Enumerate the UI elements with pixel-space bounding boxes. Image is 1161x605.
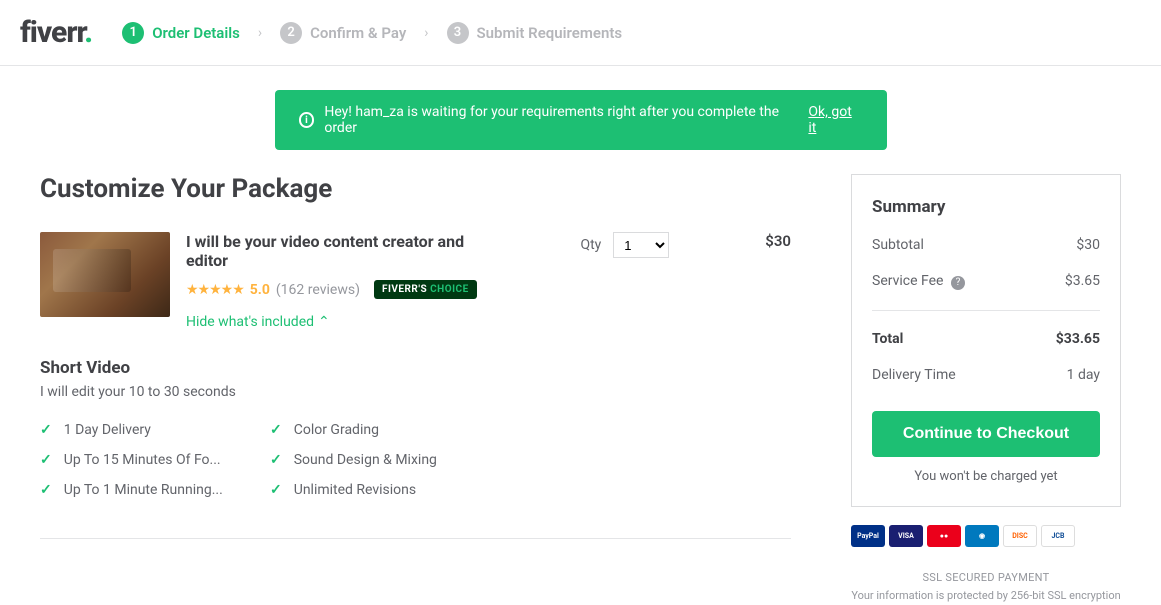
notice-dismiss-link[interactable]: Ok, got it <box>808 104 862 136</box>
main-content: Customize Your Package I will be your vi… <box>40 174 791 603</box>
header: fiverr. 1 Order Details › 2 Confirm & Pa… <box>0 0 1161 66</box>
mastercard-icon: ●● <box>927 525 961 547</box>
fiverrs-choice-badge: FIVERR'S CHOICE <box>374 280 477 299</box>
delivery-label: Delivery Time <box>872 367 956 383</box>
step-number: 2 <box>280 22 302 44</box>
step-confirm-pay: 2 Confirm & Pay <box>280 22 406 44</box>
check-icon: ✓ <box>270 482 282 498</box>
feature-item: ✓ Up To 15 Minutes Of Fo... <box>40 452 250 468</box>
total-value: $33.65 <box>1056 331 1100 347</box>
toggle-included-link[interactable]: Hide what's included ⌃ <box>186 314 330 330</box>
check-icon: ✓ <box>270 452 282 468</box>
step-label: Submit Requirements <box>477 24 623 42</box>
fee-label: Service Fee ? <box>872 273 965 290</box>
feature-label: Sound Design & Mixing <box>294 452 437 468</box>
package-section: Short Video I will edit your 10 to 30 se… <box>40 358 791 498</box>
chevron-right-icon: › <box>424 25 428 41</box>
feature-item: ✓ Color Grading <box>270 422 480 438</box>
step-number: 3 <box>447 22 469 44</box>
summary-title: Summary <box>872 197 1100 217</box>
feature-item: ✓ Unlimited Revisions <box>270 482 480 498</box>
gig-thumbnail[interactable] <box>40 232 170 317</box>
info-icon: i <box>299 112 315 128</box>
fee-label-text: Service Fee <box>872 273 943 289</box>
notice-banner: i Hey! ham_za is waiting for your requir… <box>275 90 887 150</box>
payment-icons: PayPal VISA ●● ◉ DISC JCB <box>851 525 1121 547</box>
qty-select[interactable]: 1 <box>613 232 669 258</box>
feature-label: Up To 15 Minutes Of Fo... <box>64 452 221 468</box>
feature-item: ✓ 1 Day Delivery <box>40 422 250 438</box>
jcb-icon: JCB <box>1041 525 1075 547</box>
paypal-icon: PayPal <box>851 525 885 547</box>
gig-price: $30 <box>765 232 791 250</box>
logo-dot: . <box>84 15 92 50</box>
ssl-description: Your information is protected by 256-bit… <box>851 588 1121 603</box>
summary-total-row: Total $33.65 <box>872 310 1100 347</box>
step-submit-requirements: 3 Submit Requirements <box>447 22 623 44</box>
total-label: Total <box>872 331 903 347</box>
check-icon: ✓ <box>270 422 282 438</box>
check-icon: ✓ <box>40 482 52 498</box>
fee-value: $3.65 <box>1065 273 1100 290</box>
subtotal-label: Subtotal <box>872 237 924 253</box>
step-number: 1 <box>122 22 144 44</box>
charge-note: You won't be charged yet <box>872 469 1100 484</box>
discover-icon: DISC <box>1003 525 1037 547</box>
qty-label: Qty <box>580 237 601 253</box>
summary-fee-row: Service Fee ? $3.65 <box>872 273 1100 290</box>
progress-steps: 1 Order Details › 2 Confirm & Pay › 3 Su… <box>122 22 622 44</box>
page-title: Customize Your Package <box>40 174 791 204</box>
rating-row: ★★★★★ 5.0 (162 reviews) FIVERR'S CHOICE <box>186 280 564 299</box>
help-icon[interactable]: ? <box>951 276 965 290</box>
ssl-title: SSL SECURED PAYMENT <box>851 571 1121 584</box>
summary-delivery-row: Delivery Time 1 day <box>872 367 1100 383</box>
package-name: Short Video <box>40 358 791 378</box>
subtotal-value: $30 <box>1076 237 1100 253</box>
badge-suffix: CHOICE <box>430 284 469 295</box>
feature-label: 1 Day Delivery <box>64 422 151 438</box>
visa-icon: VISA <box>889 525 923 547</box>
checkout-button[interactable]: Continue to Checkout <box>872 411 1100 457</box>
feature-label: Unlimited Revisions <box>294 482 416 498</box>
chevron-right-icon: › <box>258 25 262 41</box>
summary-box: Summary Subtotal $30 Service Fee ? $3.65… <box>851 174 1121 507</box>
star-icon: ★★★★★ <box>186 282 244 298</box>
step-order-details[interactable]: 1 Order Details <box>122 22 240 44</box>
check-icon: ✓ <box>40 422 52 438</box>
logo[interactable]: fiverr. <box>20 15 92 50</box>
feature-label: Up To 1 Minute Running... <box>64 482 223 498</box>
features-grid: ✓ 1 Day Delivery ✓ Color Grading ✓ Up To… <box>40 422 791 498</box>
feature-item: ✓ Sound Design & Mixing <box>270 452 480 468</box>
chevron-up-icon: ⌃ <box>318 314 330 330</box>
logo-text: fiverr <box>20 15 84 50</box>
notice-text: Hey! ham_za is waiting for your requirem… <box>324 104 808 136</box>
toggle-label: Hide what's included <box>186 314 314 330</box>
sidebar: Summary Subtotal $30 Service Fee ? $3.65… <box>851 174 1121 603</box>
badge-prefix: FIVERR'S <box>382 284 427 295</box>
gig-row: I will be your video content creator and… <box>40 232 791 330</box>
rating-score: 5.0 <box>250 282 270 298</box>
divider <box>40 538 791 539</box>
gig-title: I will be your video content creator and… <box>186 232 466 270</box>
delivery-value: 1 day <box>1067 367 1100 383</box>
step-label: Order Details <box>152 24 240 42</box>
check-icon: ✓ <box>40 452 52 468</box>
step-label: Confirm & Pay <box>310 24 406 42</box>
diners-icon: ◉ <box>965 525 999 547</box>
feature-item: ✓ Up To 1 Minute Running... <box>40 482 250 498</box>
review-count: (162 reviews) <box>276 282 360 298</box>
feature-label: Color Grading <box>294 422 379 438</box>
summary-subtotal-row: Subtotal $30 <box>872 237 1100 253</box>
package-description: I will edit your 10 to 30 seconds <box>40 384 791 400</box>
